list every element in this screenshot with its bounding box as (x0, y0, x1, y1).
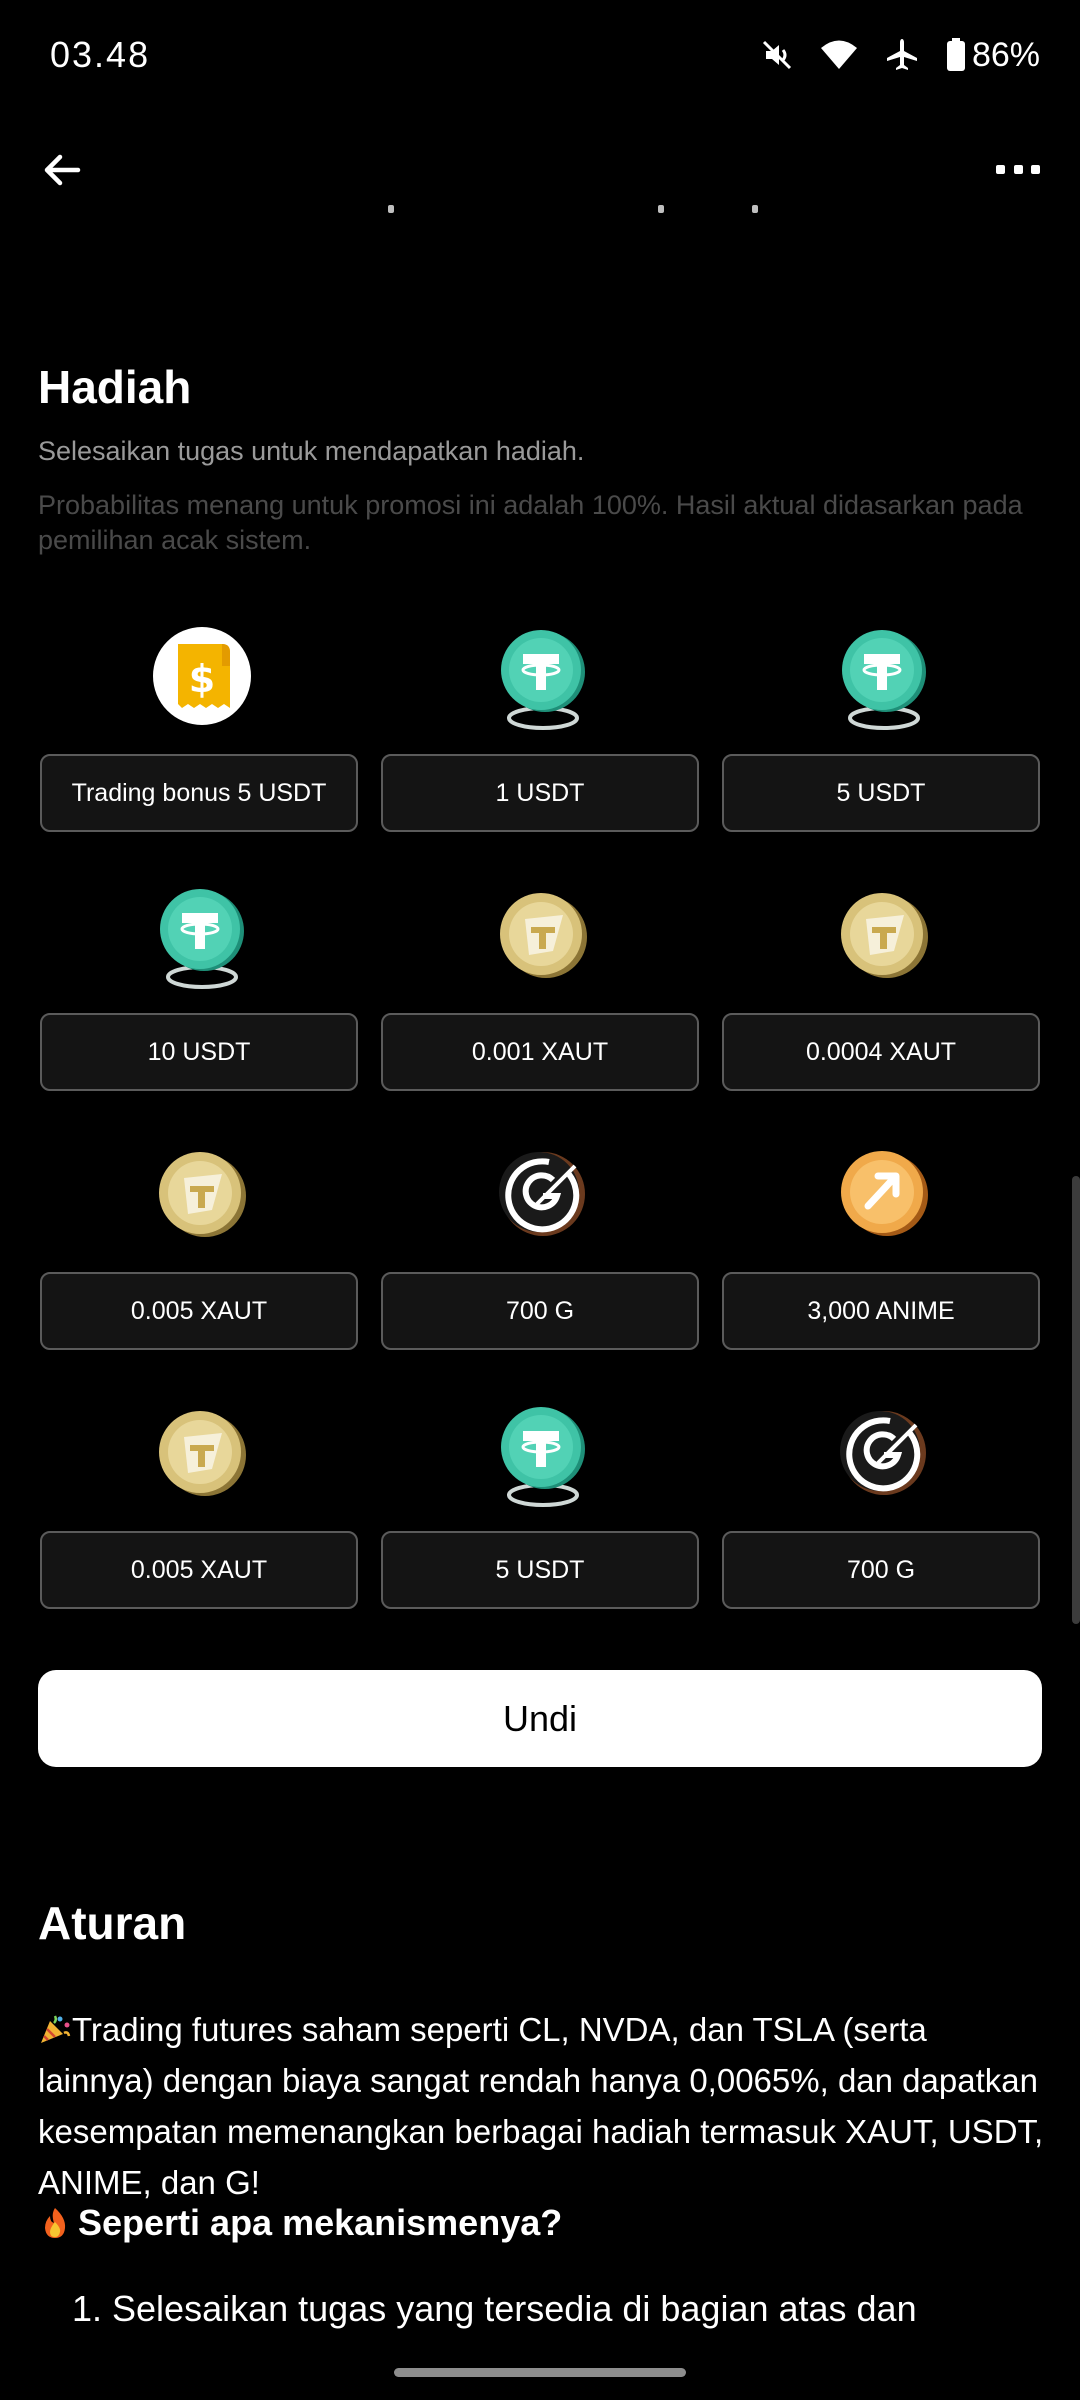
rewards-title: Hadiah (38, 361, 192, 413)
battery-percent: 86% (971, 35, 1040, 74)
home-indicator[interactable] (394, 2368, 686, 2377)
rewards-subtitle: Selesaikan tugas untuk mendapatkan hadia… (38, 436, 585, 466)
rules-paragraph-text: Trading futures saham seperti CL, NVDA, … (38, 2011, 1044, 2201)
reward-label: 700 G (381, 1272, 699, 1350)
reward-item: $ Trading bonus 5 USDT (40, 626, 358, 856)
rewards-probability-note: Probabilitas menang untuk promosi ini ad… (38, 490, 1023, 555)
rules-title: Aturan (38, 1897, 187, 1949)
reward-label: 0.001 XAUT (381, 1013, 699, 1091)
reward-label: Trading bonus 5 USDT (40, 754, 358, 832)
rules-heading-text: Seperti apa mekanismenya? (78, 2202, 563, 2243)
usdt-coin-icon (493, 626, 593, 736)
reward-item: 0.001 XAUT (381, 885, 699, 1115)
status-bar: 03.48 86% (0, 0, 1080, 112)
status-icons: 86% (760, 30, 1040, 80)
rules-paragraph: Trading futures saham seperti CL, NVDA, … (38, 2004, 1048, 2208)
reward-label: 5 USDT (722, 754, 1040, 832)
reward-item: 0.0004 XAUT (722, 885, 1040, 1115)
mute-icon (760, 38, 794, 72)
xaut-coin-icon (152, 1144, 252, 1254)
rules-mechanism-heading: Seperti apa mekanismenya? (38, 2202, 562, 2244)
reward-item: 3,000 ANIME (722, 1144, 1040, 1374)
reward-label: 0.005 XAUT (40, 1272, 358, 1350)
draw-button[interactable]: Undi (38, 1670, 1042, 1767)
voucher-dollar-icon: $ (152, 626, 252, 736)
status-time: 03.48 (50, 34, 151, 75)
g-coin-icon (493, 1144, 593, 1254)
back-button[interactable] (38, 146, 86, 194)
reward-item: 10 USDT (40, 885, 358, 1115)
reward-item: 5 USDT (722, 626, 1040, 856)
scrollbar-thumb[interactable] (1072, 1176, 1080, 1624)
clipped-text-fragment (0, 205, 1080, 225)
anime-coin-icon (834, 1144, 934, 1254)
reward-label: 0.0004 XAUT (722, 1013, 1040, 1091)
usdt-coin-icon (152, 885, 252, 995)
rules-list-item: 1. Selesaikan tugas yang tersedia di bag… (72, 2288, 917, 2329)
xaut-coin-icon (834, 885, 934, 995)
reward-label: 700 G (722, 1531, 1040, 1609)
reward-item: 1 USDT (381, 626, 699, 856)
xaut-coin-icon (152, 1403, 252, 1513)
party-popper-icon (41, 2015, 71, 2043)
battery-indicator: 86% (946, 36, 1040, 75)
reward-item: 700 G (381, 1144, 699, 1374)
reward-label: 3,000 ANIME (722, 1272, 1040, 1350)
screen: 03.48 86% Hadiah Selesaikan tugas untuk … (0, 0, 1080, 2400)
reward-item: 0.005 XAUT (40, 1403, 358, 1633)
arrow-left-icon (44, 154, 81, 186)
usdt-coin-icon (834, 626, 934, 736)
more-horizontal-icon (996, 164, 1005, 174)
airplane-icon (884, 37, 920, 73)
usdt-coin-icon (493, 1403, 593, 1513)
reward-item: 700 G (722, 1403, 1040, 1633)
wifi-icon (820, 39, 858, 71)
reward-item: 5 USDT (381, 1403, 699, 1633)
more-options-button[interactable] (996, 154, 1040, 184)
reward-label: 0.005 XAUT (40, 1531, 358, 1609)
battery-icon (946, 38, 966, 72)
reward-item: 0.005 XAUT (40, 1144, 358, 1374)
g-coin-icon (834, 1403, 934, 1513)
reward-label: 1 USDT (381, 754, 699, 832)
xaut-coin-icon (493, 885, 593, 995)
fire-icon (45, 2208, 66, 2238)
reward-label: 10 USDT (40, 1013, 358, 1091)
reward-label: 5 USDT (381, 1531, 699, 1609)
svg-text:$: $ (189, 657, 215, 701)
